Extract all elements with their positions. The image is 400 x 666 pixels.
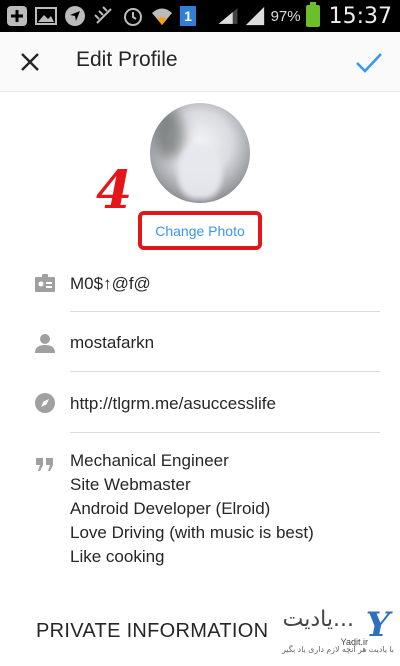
bio-line: Love Driving (with music is best) bbox=[70, 523, 314, 542]
alarm-icon bbox=[122, 5, 144, 27]
name-value: M0$↑@f@ bbox=[70, 274, 151, 293]
close-icon bbox=[21, 53, 39, 71]
sim-icon: 1 bbox=[180, 6, 196, 26]
status-indicators: 97% 15:37 bbox=[217, 0, 392, 32]
name-field[interactable]: M0$↑@f@ bbox=[0, 262, 400, 310]
save-button[interactable] bbox=[352, 46, 386, 80]
username-field[interactable]: mostafarkn bbox=[0, 320, 400, 370]
status-bar: 1 97% 15:37 bbox=[0, 0, 400, 32]
battery-percent: 97% bbox=[270, 7, 301, 25]
watermark-logo-mark: Y bbox=[365, 605, 390, 645]
notification-icons: 1 bbox=[6, 5, 196, 27]
bio-line: Site Webmaster bbox=[70, 475, 191, 494]
website-value: http://tlgrm.me/asuccesslife bbox=[70, 394, 276, 413]
avatar-image bbox=[154, 109, 184, 159]
quote-icon bbox=[33, 452, 57, 476]
bio-value: Mechanical Engineer Site Webmaster Andro… bbox=[70, 449, 314, 569]
website-field[interactable]: http://tlgrm.me/asuccesslife bbox=[0, 381, 400, 431]
close-button[interactable] bbox=[14, 46, 46, 78]
add-icon bbox=[6, 5, 28, 27]
bio-line: Like cooking bbox=[70, 547, 165, 566]
signal-icon bbox=[244, 5, 266, 27]
app-bar: Edit Profile bbox=[0, 32, 400, 92]
bio-line: Mechanical Engineer bbox=[70, 451, 229, 470]
divider bbox=[70, 311, 380, 312]
watermark-text: یادیت... bbox=[282, 607, 354, 632]
signal-off-icon bbox=[93, 5, 115, 27]
image-icon bbox=[35, 5, 57, 27]
divider bbox=[70, 432, 380, 433]
change-photo-button[interactable]: Change Photo bbox=[138, 211, 262, 250]
avatar-image bbox=[178, 143, 222, 199]
page-title: Edit Profile bbox=[76, 48, 178, 71]
change-photo-label: Change Photo bbox=[155, 222, 245, 239]
wifi-icon bbox=[151, 5, 173, 27]
username-value: mostafarkn bbox=[70, 333, 155, 352]
battery-icon bbox=[305, 2, 320, 27]
compass-icon bbox=[33, 391, 57, 415]
watermark-logo: یادیت... Y Yadit.ir با یادیت هر آنچه لاز… bbox=[259, 605, 394, 663]
clock: 15:37 bbox=[328, 3, 392, 29]
signal-icon bbox=[217, 5, 239, 27]
bio-field[interactable]: Mechanical Engineer Site Webmaster Andro… bbox=[0, 449, 400, 574]
divider bbox=[70, 371, 380, 372]
check-icon bbox=[356, 53, 382, 73]
annotation-number: 4 bbox=[96, 160, 133, 221]
watermark-tagline: با یادیت هر آنچه لازم داری یاد بگیر bbox=[281, 645, 394, 654]
navigation-icon bbox=[64, 5, 86, 27]
bio-line: Android Developer (Elroid) bbox=[70, 499, 271, 518]
id-card-icon bbox=[33, 272, 57, 296]
private-information-heading: PRIVATE INFORMATION bbox=[36, 620, 269, 642]
avatar[interactable] bbox=[150, 103, 250, 203]
person-icon bbox=[33, 331, 57, 355]
